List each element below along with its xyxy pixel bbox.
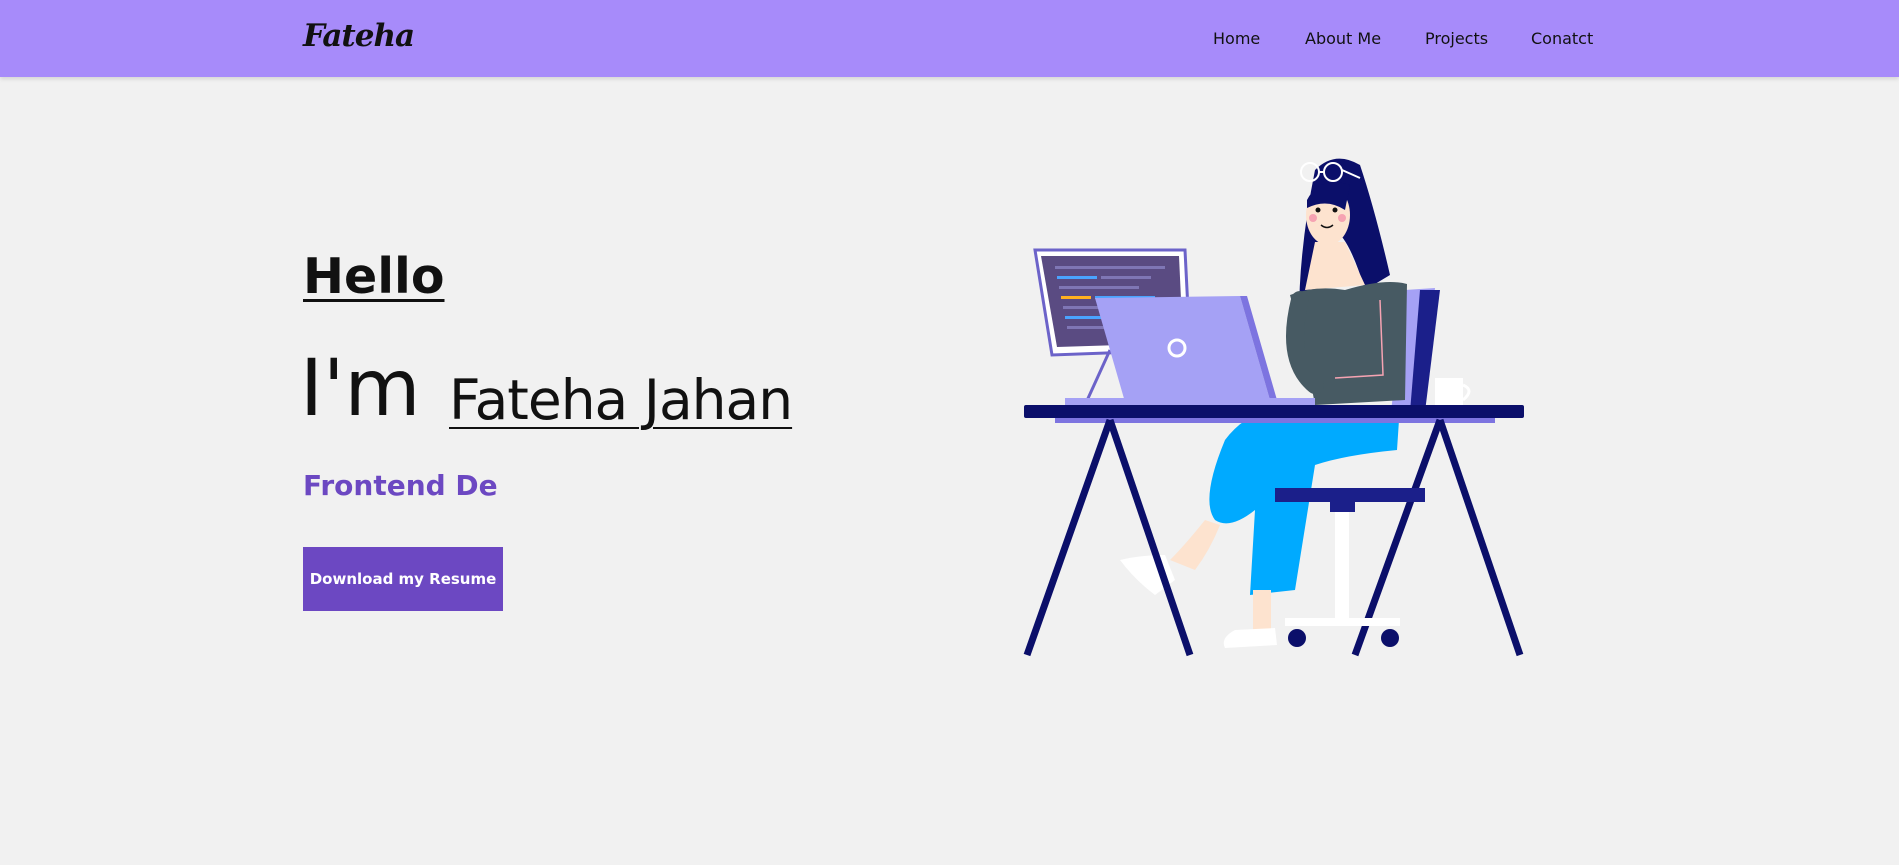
nav-contact-link[interactable]: Conatct — [1531, 29, 1593, 48]
hero-intro: I'm — [300, 344, 421, 434]
hero-greeting: Hello — [303, 248, 445, 305]
hero-name: Fateha Jahan — [449, 368, 793, 432]
woman-working-at-laptop-illustration — [1023, 158, 1524, 657]
brand-logo[interactable]: Fateha — [303, 18, 415, 54]
nav-home-link[interactable]: Home — [1213, 29, 1260, 48]
hero-role-typing: Frontend De — [303, 469, 498, 502]
nav-projects-link[interactable]: Projects — [1425, 29, 1488, 48]
nav-about-link[interactable]: About Me — [1305, 29, 1381, 48]
download-resume-button[interactable]: Download my Resume — [303, 547, 503, 611]
top-navbar: Fateha Home About Me Projects Conatct — [0, 0, 1899, 77]
